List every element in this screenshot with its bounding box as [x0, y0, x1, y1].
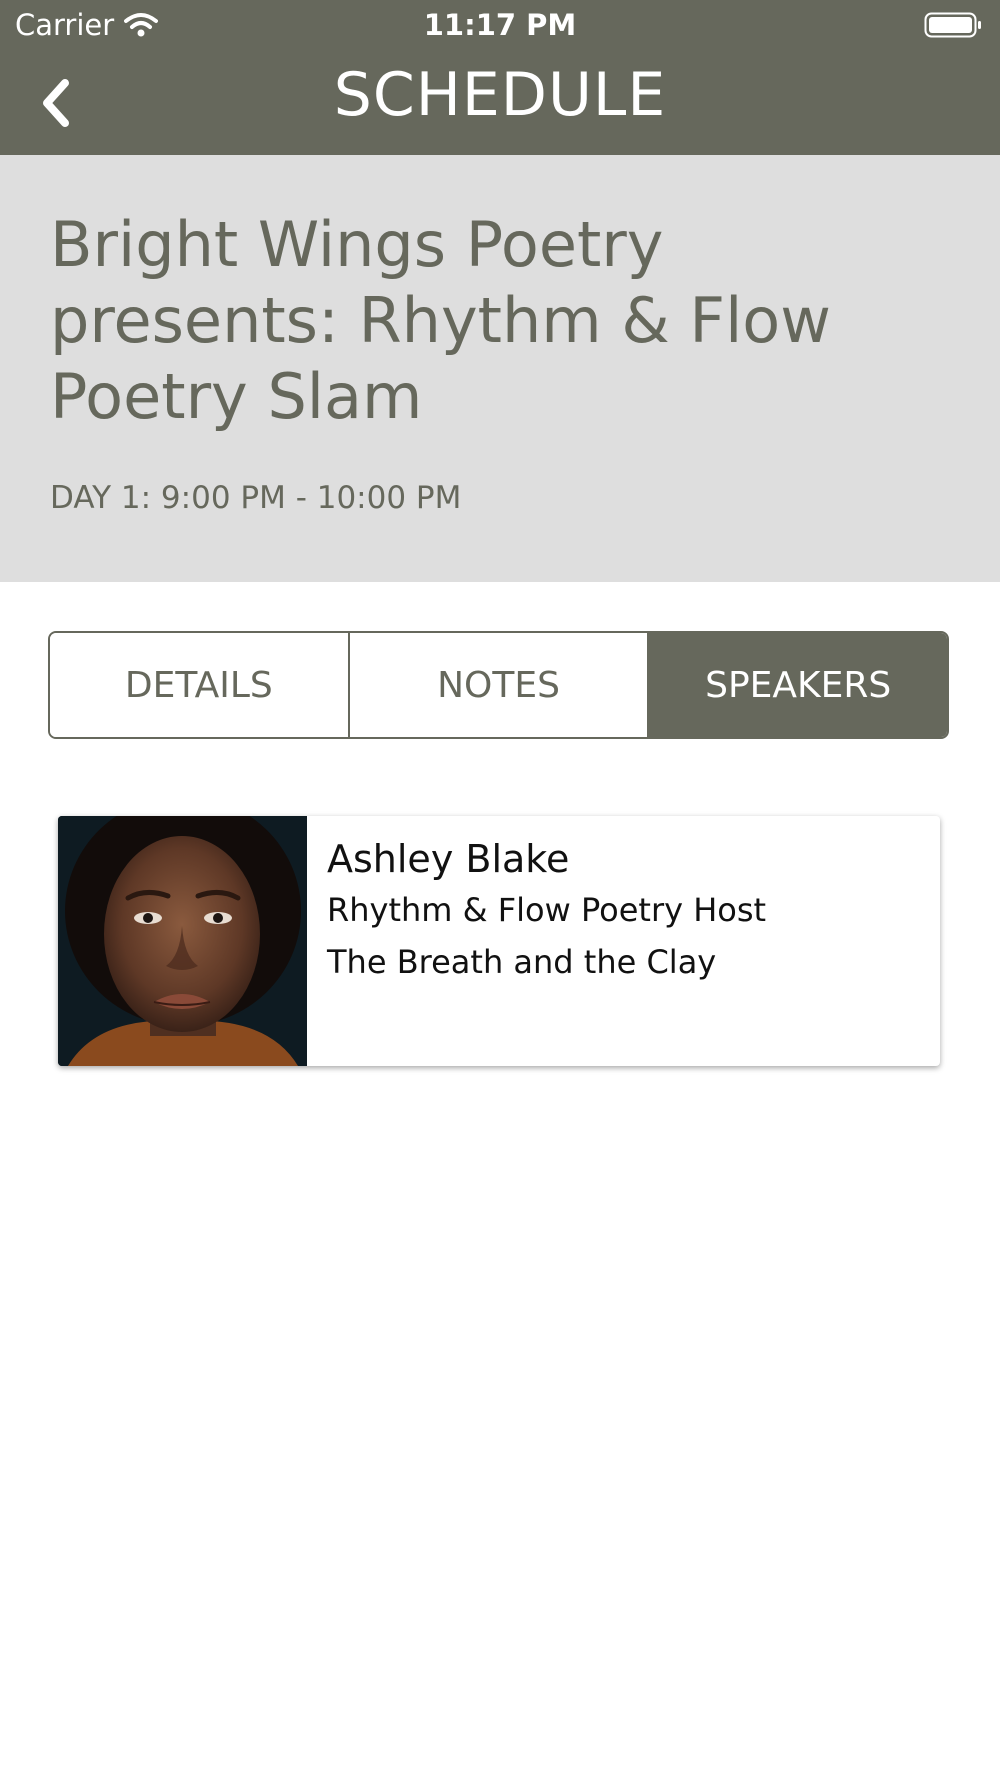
- status-bar: Carrier 11:17 PM: [0, 0, 1000, 50]
- speaker-name: Ashley Blake: [327, 837, 570, 881]
- battery-icon: [924, 12, 981, 38]
- header-bar: Carrier 11:17 PM SCHEDULE: [0, 0, 1000, 155]
- tab-speakers[interactable]: SPEAKERS: [647, 633, 947, 737]
- speaker-portrait: [58, 816, 307, 1066]
- speaker-card[interactable]: Ashley Blake Rhythm & Flow Poetry Host T…: [58, 816, 940, 1066]
- speaker-role: Rhythm & Flow Poetry Host: [327, 891, 767, 929]
- tab-notes[interactable]: NOTES: [347, 633, 648, 737]
- event-time: DAY 1: 9:00 PM - 10:00 PM: [50, 480, 462, 516]
- status-time: 11:17 PM: [423, 8, 577, 42]
- tab-bar: DETAILS NOTES SPEAKERS: [48, 631, 949, 739]
- speaker-avatar: [58, 816, 307, 1066]
- event-title: Bright Wings Poetry presents: Rhythm & F…: [50, 208, 831, 433]
- tab-details[interactable]: DETAILS: [50, 633, 348, 737]
- speaker-info: Ashley Blake Rhythm & Flow Poetry Host T…: [307, 816, 766, 1066]
- event-summary: Bright Wings Poetry presents: Rhythm & F…: [0, 155, 1000, 582]
- speaker-session: The Breath and the Clay: [327, 943, 717, 981]
- page-title: SCHEDULE: [333, 60, 667, 130]
